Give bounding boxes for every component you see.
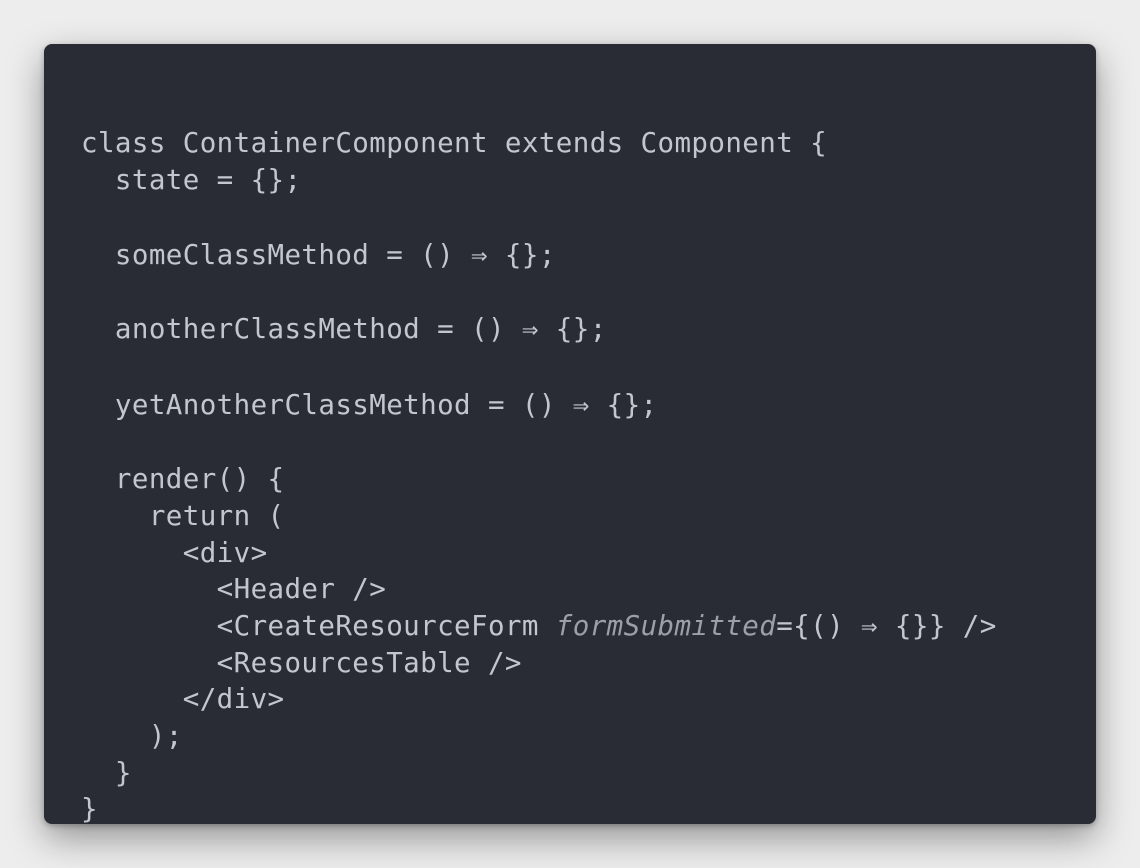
code-window: class ContainerComponent extends Compone… [44, 44, 1096, 825]
jsx-tag-open: <CreateResourceForm [81, 609, 556, 642]
code-line: <div> [81, 536, 268, 569]
code-line: anotherClassMethod = () ⇒ {}; [81, 313, 607, 346]
code-line: } [81, 793, 98, 826]
jsx-attribute-name: formSubmitted [555, 609, 777, 642]
code-line: someClassMethod = () ⇒ {}; [81, 239, 556, 272]
code-line: ); [81, 720, 183, 752]
code-block: class ContainerComponent extends Compone… [81, 125, 1096, 828]
code-line: render() { [81, 463, 285, 496]
code-line: <ResourcesTable /> [81, 646, 522, 679]
code-line: <Header /> [81, 573, 387, 606]
code-line: state = {}; [81, 163, 302, 196]
code-line: class ContainerComponent extends Compone… [81, 127, 828, 159]
code-line: yetAnotherClassMethod = () ⇒ {}; [81, 388, 658, 421]
jsx-attribute-value: ={() ⇒ {}} /> [776, 609, 997, 642]
code-line: } [81, 756, 132, 789]
code-line: return ( [81, 499, 285, 532]
code-line: </div> [81, 683, 285, 716]
code-line-with-attribute: <CreateResourceForm formSubmitted={() ⇒ … [81, 608, 1096, 645]
